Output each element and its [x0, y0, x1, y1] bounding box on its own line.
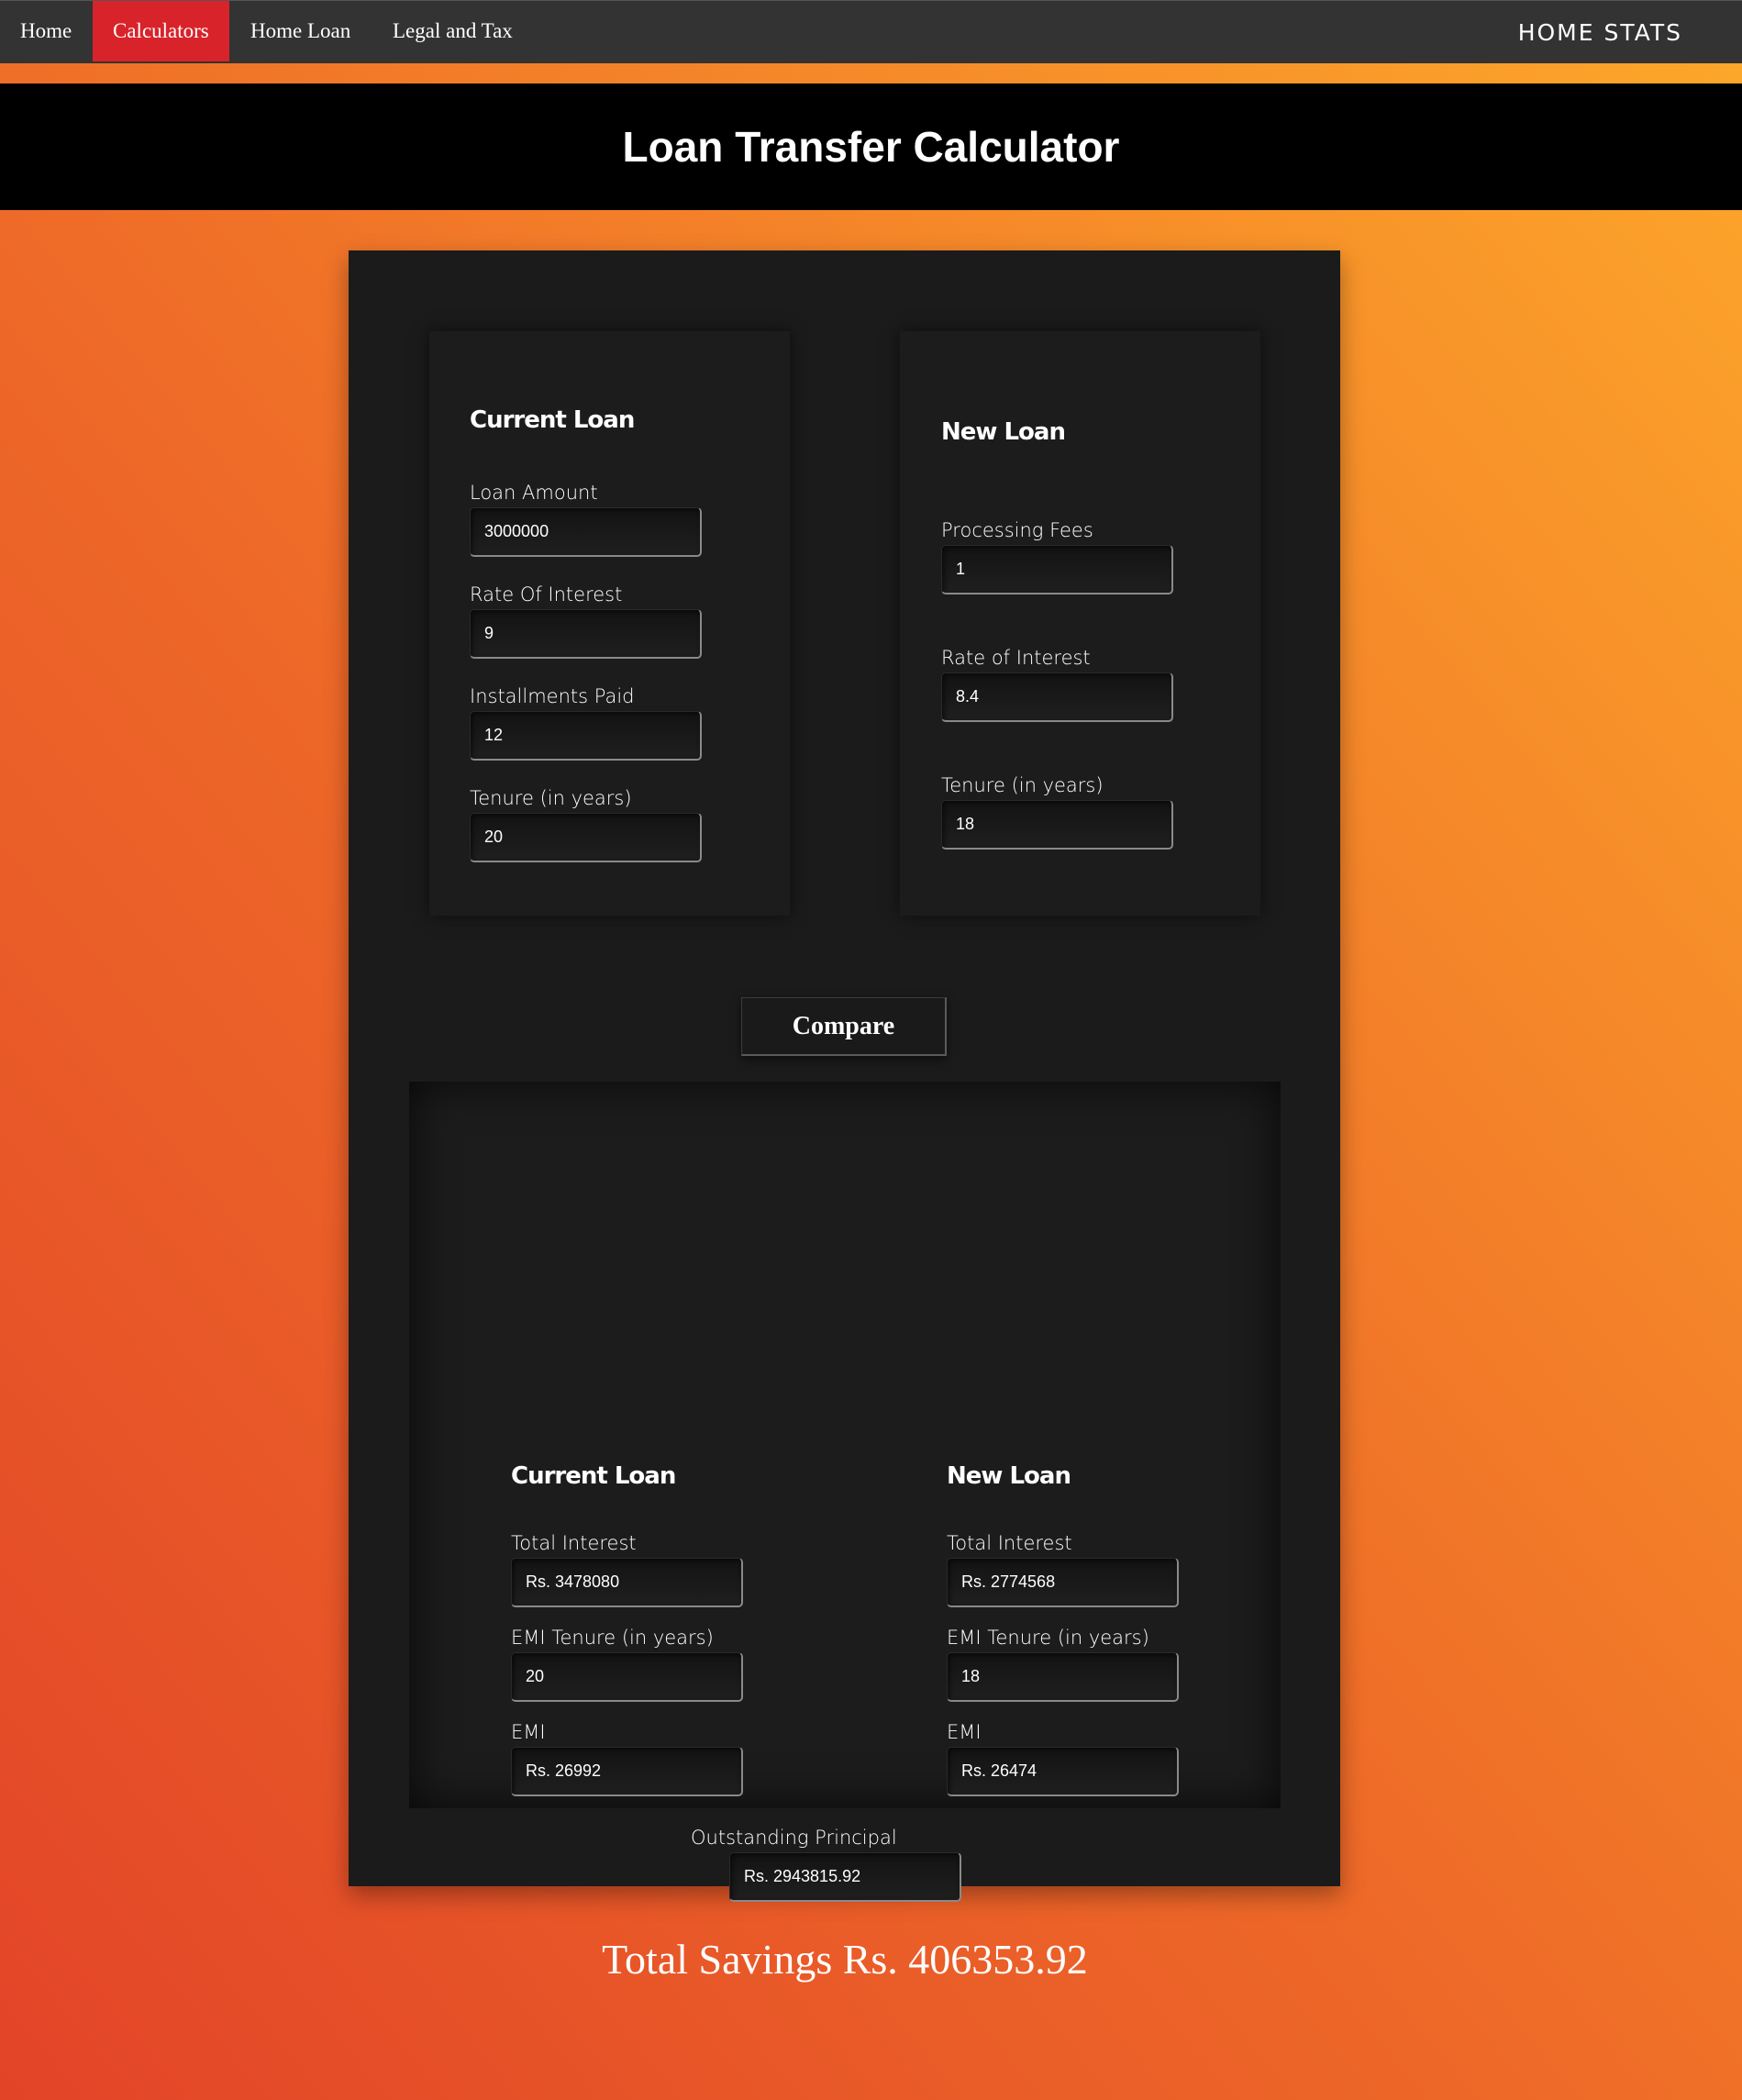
new-loan-panel: New Loan Processing Fees Rate of Interes…	[900, 331, 1260, 916]
brand-logo[interactable]: HOME STATS	[1518, 1, 1682, 63]
nav-calculators-link[interactable]: Calculators	[93, 1, 229, 61]
results-panel: Current Loan Total Interest EMI Tenure (…	[409, 1082, 1281, 1983]
result-current-emi-field	[511, 1747, 743, 1796]
compare-button[interactable]: Compare	[741, 997, 947, 1056]
result-current-emi-label: EMI	[511, 1721, 546, 1743]
installments-paid-label: Installments Paid	[470, 685, 635, 707]
result-current-emi-tenure-label: EMI Tenure (in years)	[511, 1627, 714, 1649]
current-tenure-label: Tenure (in years)	[470, 787, 632, 809]
result-new-loan-title: New Loan	[947, 1462, 1071, 1490]
result-new-emi-label: EMI	[947, 1721, 982, 1743]
new-tenure-label: Tenure (in years)	[941, 774, 1104, 796]
new-loan-title: New Loan	[941, 418, 1066, 446]
outstanding-principal-label: Outstanding Principal	[691, 1827, 897, 1849]
result-current-total-interest-label: Total Interest	[511, 1532, 637, 1554]
current-rate-input[interactable]	[470, 609, 702, 659]
page-header: Loan Transfer Calculator	[0, 83, 1742, 210]
loan-amount-label: Loan Amount	[470, 482, 598, 504]
current-rate-label: Rate Of Interest	[470, 583, 623, 606]
installments-paid-input[interactable]	[470, 711, 702, 761]
current-tenure-input[interactable]	[470, 813, 702, 862]
top-navbar: Home Calculators Home Loan Legal and Tax…	[0, 0, 1742, 63]
result-new-emi-field	[947, 1747, 1179, 1796]
current-loan-title: Current Loan	[470, 406, 635, 434]
result-new-total-interest-field	[947, 1558, 1179, 1607]
result-new-total-interest-label: Total Interest	[947, 1532, 1072, 1554]
result-current-loan-title: Current Loan	[511, 1462, 676, 1490]
result-current-total-interest-field	[511, 1558, 743, 1607]
new-rate-label: Rate of Interest	[941, 647, 1091, 669]
nav-home-link[interactable]: Home	[0, 1, 92, 61]
total-savings-text: Total Savings Rs. 406353.92	[602, 1936, 1088, 1983]
outstanding-principal-field	[729, 1852, 961, 1902]
result-current-emi-tenure-field	[511, 1652, 743, 1702]
nav-home-loan-link[interactable]: Home Loan	[230, 1, 371, 61]
calculator-card: Current Loan Loan Amount Rate Of Interes…	[349, 250, 1340, 1983]
loan-amount-input[interactable]	[470, 507, 702, 557]
result-new-emi-tenure-label: EMI Tenure (in years)	[947, 1627, 1149, 1649]
current-loan-panel: Current Loan Loan Amount Rate Of Interes…	[429, 331, 790, 916]
result-new-emi-tenure-field	[947, 1652, 1179, 1702]
new-rate-input[interactable]	[941, 672, 1173, 722]
processing-fees-label: Processing Fees	[941, 519, 1093, 541]
nav-legal-tax-link[interactable]: Legal and Tax	[372, 1, 533, 61]
processing-fees-input[interactable]	[941, 545, 1173, 594]
page-title: Loan Transfer Calculator	[622, 123, 1120, 171]
new-tenure-input[interactable]	[941, 800, 1173, 850]
